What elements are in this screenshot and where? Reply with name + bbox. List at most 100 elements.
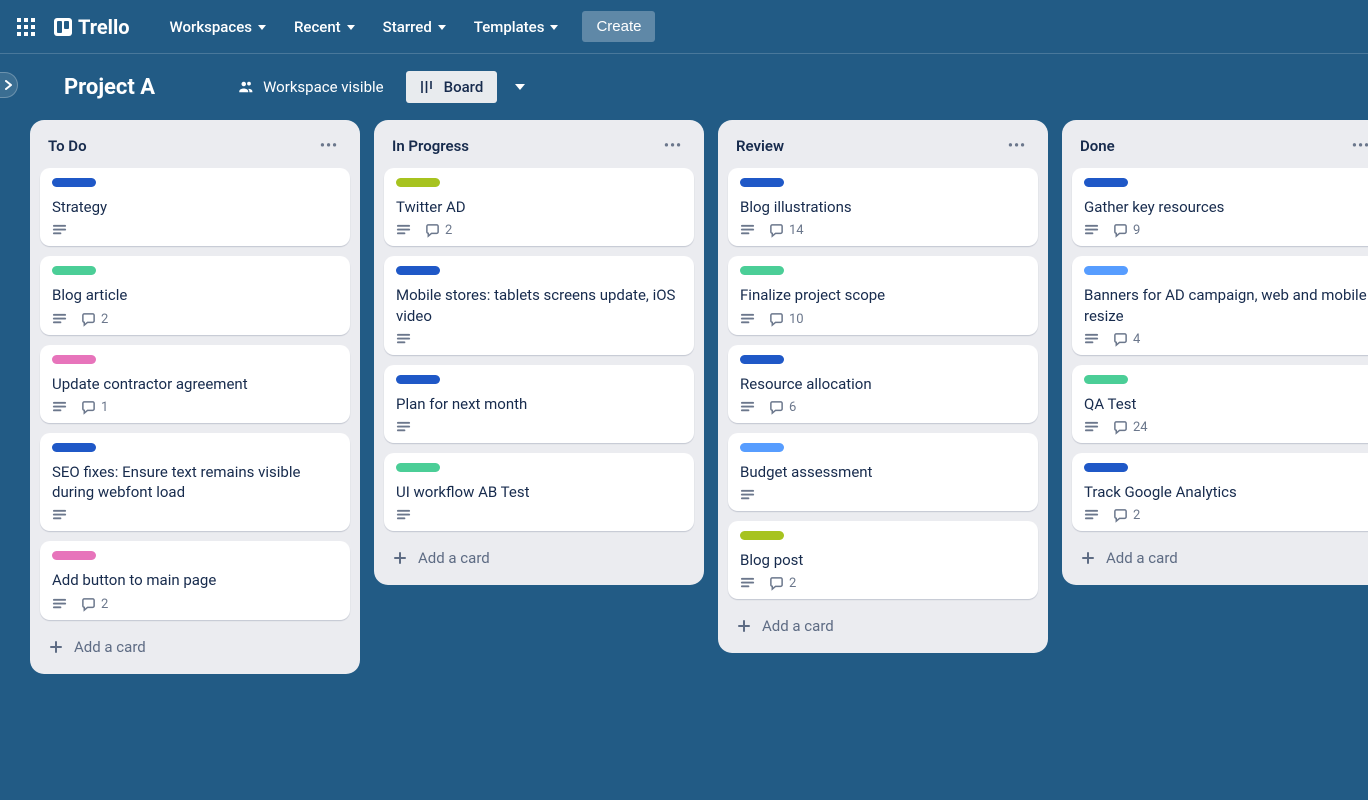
card-badges: 2 [1084,508,1368,523]
view-dropdown-button[interactable] [507,77,533,97]
card-title: Blog article [52,285,338,305]
card[interactable]: UI workflow AB Test [384,453,694,531]
list-header: In Progress ••• [384,130,694,168]
plus-icon [392,550,408,566]
card[interactable]: Update contractor agreement1 [40,345,350,423]
nav-recent[interactable]: Recent [282,12,367,42]
card[interactable]: Blog post2 [728,521,1038,599]
list-title[interactable]: Review [736,137,784,155]
card-label[interactable] [52,178,96,187]
card-label[interactable] [740,531,784,540]
description-badge [740,488,755,503]
card-title: Mobile stores: tablets screens update, i… [396,285,682,326]
card-title: Gather key resources [1084,197,1368,217]
description-icon [52,508,67,523]
card-badges: 24 [1084,420,1368,435]
comment-icon [1113,332,1128,347]
list-title[interactable]: To Do [48,137,87,155]
card-title: UI workflow AB Test [396,482,682,502]
list-menu-button[interactable]: ••• [1004,134,1030,158]
card-label[interactable] [1084,375,1128,384]
people-icon [237,78,255,96]
card-label[interactable] [396,266,440,275]
list-title[interactable]: Done [1080,137,1115,155]
list-menu-button[interactable]: ••• [316,134,342,158]
description-badge [396,508,411,523]
card-label[interactable] [396,178,440,187]
card[interactable]: Finalize project scope10 [728,256,1038,334]
card[interactable]: Banners for AD campaign, web and mobile … [1072,256,1368,355]
comment-icon [769,400,784,415]
card-label[interactable] [396,375,440,384]
card-label[interactable] [52,355,96,364]
comments-badge: 9 [1113,223,1140,238]
comments-badge: 2 [1113,508,1140,523]
apps-grid-icon [17,18,35,36]
card[interactable]: Budget assessment [728,433,1038,511]
card-label[interactable] [740,178,784,187]
nav-workspaces[interactable]: Workspaces [158,12,278,42]
description-badge [52,312,67,327]
add-card-button[interactable]: Add a card [728,609,1038,643]
card-badges [52,223,338,238]
app-switcher-button[interactable] [10,11,42,43]
add-card-label: Add a card [418,549,490,567]
card-badges [396,332,682,347]
list: To Do ••• Strategy Blog article2 Update cont… [30,120,360,674]
card[interactable]: Blog illustrations14 [728,168,1038,246]
card-badges: 9 [1084,223,1368,238]
card-label[interactable] [52,443,96,452]
card-label[interactable] [1084,266,1128,275]
list-menu-button[interactable]: ••• [660,134,686,158]
comments-badge: 2 [425,223,452,238]
add-card-button[interactable]: Add a card [384,541,694,575]
card[interactable]: Blog article2 [40,256,350,334]
description-icon [1084,223,1099,238]
nav-templates[interactable]: Templates [462,12,571,42]
card-label[interactable] [396,463,440,472]
description-icon [52,223,67,238]
list-title[interactable]: In Progress [392,137,469,155]
card-title: Resource allocation [740,374,1026,394]
view-switcher-button[interactable]: Board [406,71,498,103]
comments-badge: 6 [769,400,796,415]
description-badge [1084,508,1099,523]
card[interactable]: Gather key resources 9 [1072,168,1368,246]
card-title: QA Test [1084,394,1368,414]
add-card-button[interactable]: Add a card [1072,541,1368,575]
card[interactable]: SEO fixes: Ensure text remains visible d… [40,433,350,532]
card-badges [740,488,1026,503]
create-button[interactable]: Create [582,11,655,42]
card-badges: 2 [396,223,682,238]
card-title: Blog post [740,550,1026,570]
add-card-label: Add a card [762,617,834,635]
card[interactable]: Add button to main page2 [40,541,350,619]
card-label[interactable] [52,551,96,560]
card[interactable]: Resource allocation 6 [728,345,1038,423]
list-menu-button[interactable]: ••• [1348,134,1368,158]
card[interactable]: QA Test 24 [1072,365,1368,443]
visibility-button[interactable]: Workspace visible [225,71,396,103]
card-title: SEO fixes: Ensure text remains visible d… [52,462,338,503]
card-label[interactable] [740,443,784,452]
card[interactable]: Mobile stores: tablets screens update, i… [384,256,694,355]
card-label[interactable] [52,266,96,275]
card-label[interactable] [1084,178,1128,187]
add-card-button[interactable]: Add a card [40,630,350,664]
comments-count: 14 [789,223,804,238]
chevron-right-icon [5,80,13,90]
board-canvas: To Do•••StrategyBlog article2Update cont… [0,120,1368,800]
board-title[interactable]: Project A [54,71,165,104]
card-badges: 1 [52,400,338,415]
description-icon [1084,508,1099,523]
card-label[interactable] [740,266,784,275]
card[interactable]: Plan for next month [384,365,694,443]
trello-logo[interactable]: Trello [46,11,138,43]
nav-starred[interactable]: Starred [371,12,458,42]
card[interactable]: Strategy [40,168,350,246]
card-label[interactable] [740,355,784,364]
card[interactable]: Track Google Analytics2 [1072,453,1368,531]
card[interactable]: Twitter AD2 [384,168,694,246]
description-icon [396,508,411,523]
card-label[interactable] [1084,463,1128,472]
